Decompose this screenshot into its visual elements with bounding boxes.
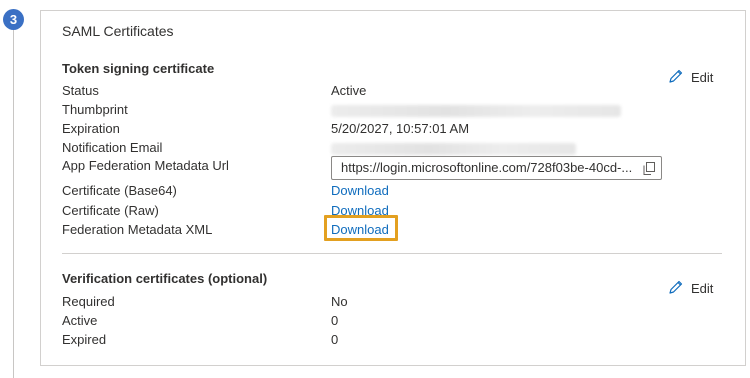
- token-signing-title: Token signing certificate: [62, 61, 215, 76]
- federation-xml-label: Federation Metadata XML: [62, 222, 213, 237]
- step-connector-line: [13, 30, 14, 378]
- cert-raw-download-link[interactable]: Download: [331, 202, 389, 220]
- active-label: Active: [62, 313, 98, 328]
- copy-icon[interactable]: [637, 157, 661, 179]
- expired-label: Expired: [62, 332, 107, 347]
- notification-email-redacted: [331, 143, 576, 155]
- saml-certificates-card: SAML Certificates Token signing certific…: [40, 10, 746, 366]
- required-value: No: [331, 294, 348, 309]
- active-value: 0: [331, 313, 339, 328]
- federation-xml-download-link[interactable]: Download: [331, 221, 389, 239]
- status-label: Status: [62, 83, 99, 98]
- edit-label: Edit: [691, 280, 714, 296]
- expired-value: 0: [331, 332, 339, 347]
- thumbprint-label: Thumbprint: [62, 102, 128, 117]
- token-signing-edit-button[interactable]: Edit: [668, 67, 713, 87]
- metadata-url-value: https://login.microsoftonline.com/728f03…: [341, 160, 633, 175]
- thumbprint-value-redacted: [331, 105, 621, 117]
- required-label: Required: [62, 294, 115, 309]
- section-divider: [62, 253, 722, 254]
- metadata-url-label: App Federation Metadata Url: [62, 158, 229, 173]
- verification-title: Verification certificates (optional): [62, 271, 268, 286]
- step-badge: 3: [3, 9, 24, 30]
- status-value: Active: [331, 83, 367, 98]
- edit-label: Edit: [691, 69, 714, 85]
- cert-raw-label: Certificate (Raw): [62, 203, 159, 218]
- card-title: SAML Certificates: [62, 23, 174, 39]
- notification-email-label: Notification Email: [62, 140, 163, 155]
- cert-base64-download-link[interactable]: Download: [331, 182, 389, 200]
- verification-edit-button[interactable]: Edit: [668, 278, 713, 298]
- cert-base64-label: Certificate (Base64): [62, 183, 177, 198]
- pencil-icon: [668, 68, 684, 87]
- expiration-value: 5/20/2027, 10:57:01 AM: [331, 121, 470, 136]
- metadata-url-field[interactable]: https://login.microsoftonline.com/728f03…: [331, 156, 662, 180]
- pencil-icon: [668, 279, 684, 298]
- expiration-label: Expiration: [62, 121, 120, 136]
